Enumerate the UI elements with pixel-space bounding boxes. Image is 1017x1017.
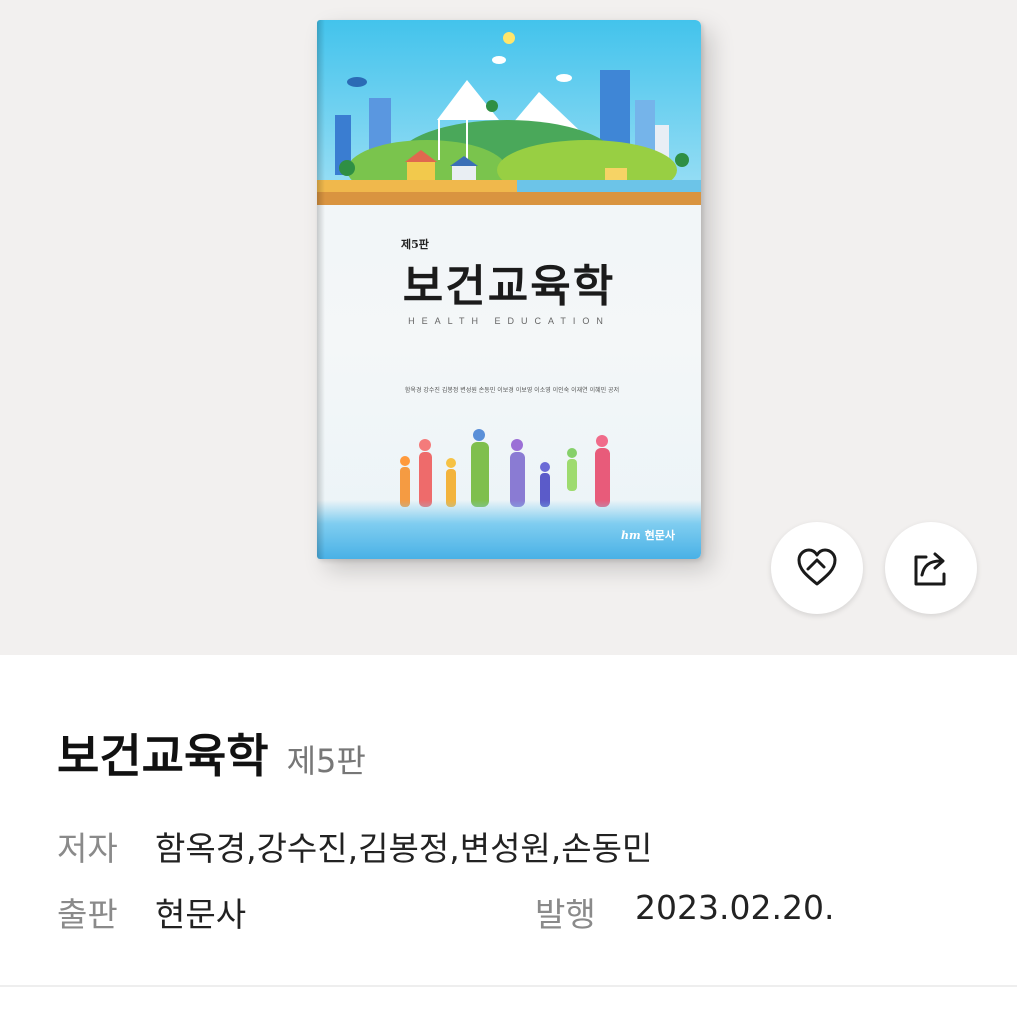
- author-value[interactable]: 함옥경,강수진,김봉정,변성원,손동민: [155, 822, 652, 870]
- cover-landscape-illustration: [317, 20, 701, 205]
- publisher-logo: hm: [620, 529, 641, 542]
- share-button[interactable]: [885, 522, 977, 614]
- cover-bottom-wave: hm 현문사: [317, 500, 701, 559]
- cover-authors: 함옥경 강수진 김봉정 변성원 손동민 이보경 이보영 이소영 이인숙 이재연 …: [404, 387, 620, 394]
- cover-publisher: hm 현문사: [621, 527, 675, 543]
- book-title: 보건교육학: [57, 729, 269, 783]
- cover-subtitle: HEALTH EDUCATION: [408, 316, 610, 326]
- share-icon: [914, 552, 946, 586]
- published-date: 2023.02.20.: [635, 888, 835, 927]
- publisher-value: 현문사: [155, 895, 247, 934]
- book-cover[interactable]: 제5판 보건교육학 HEALTH EDUCATION 함옥경 강수진 김봉정 변…: [317, 20, 701, 559]
- book-spine: [317, 20, 325, 559]
- book-edition: 제5판: [286, 742, 366, 780]
- cover-title: 보건교육학: [402, 261, 616, 312]
- cover-publisher-name: 현문사: [644, 529, 675, 542]
- author-label: 저자: [57, 829, 118, 868]
- like-button[interactable]: [771, 522, 863, 614]
- heart-icon: [797, 548, 837, 586]
- book-image-area: 제5판 보건교육학 HEALTH EDUCATION 함옥경 강수진 김봉정 변…: [0, 0, 1017, 655]
- book-title-row: 보건교육학 제5판: [57, 720, 366, 786]
- publisher-label: 출판: [57, 895, 118, 934]
- published-label: 발행: [535, 895, 596, 934]
- section-divider: [0, 985, 1017, 987]
